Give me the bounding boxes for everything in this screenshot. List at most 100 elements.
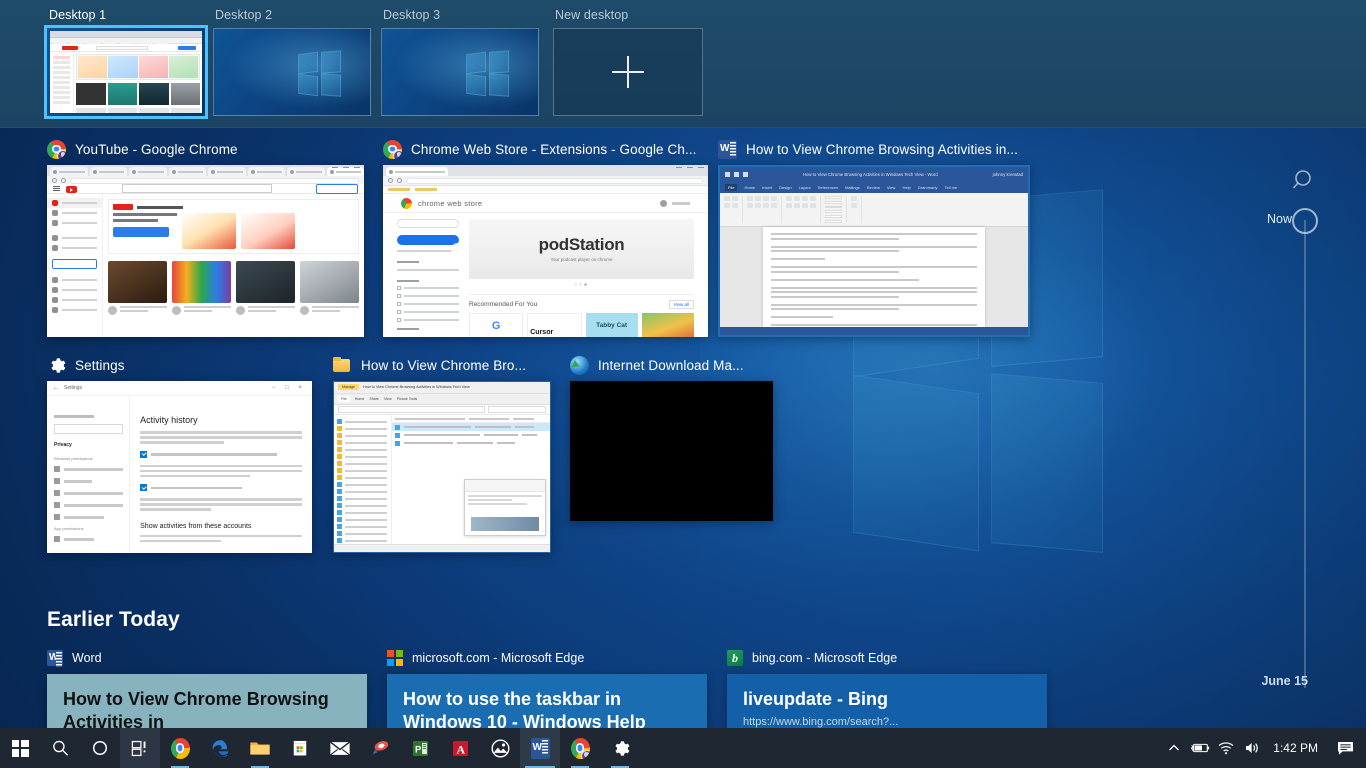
window-thumbnail-word[interactable]: How to View Chrome Browsing Activities i…	[718, 165, 1030, 337]
new-desktop-button[interactable]: New desktop	[553, 8, 703, 116]
webstore-view-all: View all	[669, 300, 694, 309]
clock[interactable]: 1:42 PM	[1265, 741, 1328, 755]
earlier-today-title: Earlier Today	[47, 608, 180, 632]
webstore-hero-title: podStation	[539, 235, 625, 255]
cortana-circle-icon	[91, 739, 109, 757]
volume-button[interactable]	[1239, 728, 1265, 768]
store-taskbar-button[interactable]	[280, 728, 320, 768]
window-card-explorer[interactable]: How to View Chrome Bro... Manage How to …	[333, 354, 551, 553]
chrome-profile-taskbar-button[interactable]	[560, 728, 600, 768]
activity-card-subtitle: https://www.bing.com/search?...	[743, 716, 1031, 728]
project-icon: P	[411, 739, 430, 758]
project-taskbar-button[interactable]: P	[400, 728, 440, 768]
task-view-window-grid: YouTube - Google Chrome	[0, 128, 1230, 598]
window-card-word[interactable]: How to View Chrome Browsing Activities i…	[718, 138, 1030, 337]
word-icon	[718, 140, 737, 159]
show-hidden-icons-button[interactable]	[1161, 728, 1187, 768]
settings-heading: Activity history	[140, 415, 302, 425]
idm-icon	[570, 356, 589, 375]
virtual-desktop-3-thumbnail[interactable]	[381, 28, 539, 116]
taskbar: P A	[0, 728, 1366, 768]
chevron-up-icon	[1168, 742, 1180, 754]
photos-taskbar-button[interactable]	[480, 728, 520, 768]
window-title-text: How to View Chrome Browsing Activities i…	[746, 142, 1018, 157]
timeline-date-label: June 15	[1261, 674, 1308, 688]
virtual-desktop-1[interactable]: Desktop 1	[47, 8, 205, 116]
window-card-chrome-web-store[interactable]: Chrome Web Store - Extensions - Google C…	[383, 138, 708, 337]
youtube-page	[47, 194, 364, 337]
task-view-button[interactable]	[120, 728, 160, 768]
speaker-icon	[1244, 741, 1260, 755]
webstore-hero-subtitle: Your podcast player on chrome	[550, 257, 612, 262]
webstore-recommended-label: Recommended For You	[469, 301, 537, 308]
word-icon	[531, 738, 550, 759]
windows-logo-icon	[12, 740, 29, 757]
network-button[interactable]	[1213, 728, 1239, 768]
word-document-preview: How to View Chrome Browsing Activities i…	[720, 167, 1028, 335]
window-card-youtube[interactable]: YouTube - Google Chrome	[47, 138, 364, 337]
edge-icon	[210, 738, 231, 759]
search-icon[interactable]	[1292, 168, 1318, 194]
action-center-icon	[1337, 741, 1354, 756]
timeline-scroll-track[interactable]	[1304, 220, 1306, 688]
activity-card-header: Word	[47, 648, 367, 668]
virtual-desktop-1-label: Desktop 1	[47, 8, 205, 22]
settings-taskbar-button[interactable]	[600, 728, 640, 768]
idm-preview	[570, 381, 773, 521]
start-button[interactable]	[0, 728, 40, 768]
windows-logo-mini-icon	[466, 51, 512, 97]
svg-text:A: A	[456, 742, 465, 756]
window-title-bar: YouTube - Google Chrome	[47, 138, 364, 160]
activity-card-app: bing.com - Microsoft Edge	[752, 651, 897, 665]
settings-group-windows: Windows permissions	[54, 456, 123, 461]
store-icon	[290, 738, 310, 758]
chrome-icon	[171, 738, 190, 759]
virtual-desktop-3[interactable]: Desktop 3	[381, 8, 539, 116]
window-thumbnail-idm[interactable]	[570, 381, 773, 521]
edge-taskbar-button[interactable]	[200, 728, 240, 768]
chrome-icon	[383, 140, 402, 159]
virtual-desktop-2-thumbnail[interactable]	[213, 28, 371, 116]
mail-icon	[329, 740, 351, 757]
battery-button[interactable]	[1187, 728, 1213, 768]
cortana-button[interactable]	[80, 728, 120, 768]
settings-back-label: Settings	[64, 385, 82, 391]
mail-taskbar-button[interactable]	[320, 728, 360, 768]
window-thumbnail-explorer[interactable]: Manage How to View Chrome Browsing Activ…	[333, 381, 551, 553]
window-thumbnail-youtube[interactable]	[47, 165, 364, 337]
activity-card-header: bing.com - Microsoft Edge	[727, 648, 1047, 668]
search-button[interactable]	[40, 728, 80, 768]
desktop-1-preview	[50, 31, 202, 113]
wifi-icon	[1218, 741, 1234, 755]
settings-section-label: Privacy	[54, 442, 123, 448]
folder-icon	[249, 739, 271, 758]
acrobat-taskbar-button[interactable]: A	[440, 728, 480, 768]
chrome-taskbar-button[interactable]	[160, 728, 200, 768]
new-desktop-tile[interactable]	[553, 28, 703, 116]
virtual-desktop-2[interactable]: Desktop 2	[213, 8, 371, 116]
window-thumbnail-chrome-web-store[interactable]: chrome web store	[383, 165, 708, 337]
photos-icon	[490, 738, 511, 759]
acrobat-icon: A	[451, 739, 470, 758]
window-card-idm[interactable]: Internet Download Ma...	[570, 354, 773, 521]
chrome-icon	[47, 140, 66, 159]
timeline-rail[interactable]: Now June 15	[1230, 128, 1366, 728]
earlier-today-section: Earlier Today Word How to View Chrome Br…	[0, 598, 1230, 728]
window-title-text: How to View Chrome Bro...	[361, 358, 526, 373]
window-title-bar: Chrome Web Store - Extensions - Google C…	[383, 138, 708, 160]
snip-taskbar-button[interactable]	[360, 728, 400, 768]
explorer-title: How to View Chrome Browsing Activities i…	[363, 385, 470, 389]
window-title-bar: How to View Chrome Bro...	[333, 354, 551, 376]
window-card-settings[interactable]: Settings ← Settings − □ × Privacy Window…	[47, 354, 312, 553]
file-explorer-taskbar-button[interactable]	[240, 728, 280, 768]
window-title-bar: Settings	[47, 354, 312, 376]
chrome-web-store-page: chrome web store	[383, 194, 708, 337]
action-center-button[interactable]	[1328, 728, 1362, 768]
word-taskbar-button[interactable]	[520, 728, 560, 768]
window-thumbnail-settings[interactable]: ← Settings − □ × Privacy Windows permiss…	[47, 381, 312, 553]
virtual-desktop-1-thumbnail[interactable]	[47, 28, 205, 116]
timeline-now-label: Now	[1267, 212, 1292, 226]
chrome-store-logo-icon	[401, 198, 412, 209]
system-tray: 1:42 PM	[1161, 728, 1366, 768]
microsoft-icon	[387, 650, 403, 666]
